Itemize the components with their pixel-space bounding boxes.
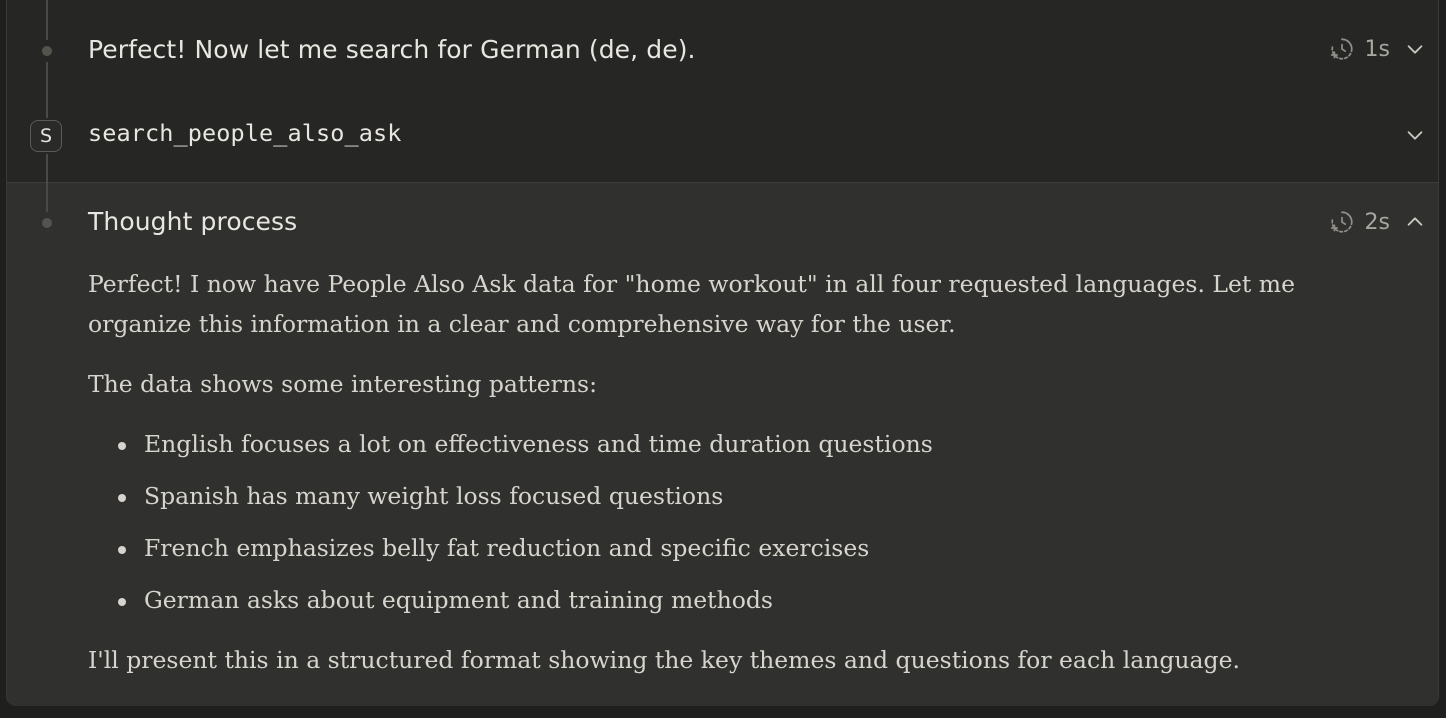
tool-name[interactable]: search_people_also_ask [88,119,401,147]
chevron-down-icon[interactable] [1404,124,1426,150]
step-meta[interactable]: 2s [1329,209,1426,235]
tool-badge: S [30,120,62,152]
thought-closing: I'll present this in a structured format… [88,646,1240,674]
step-duration: 2s [1364,209,1390,235]
chevron-down-icon[interactable] [1404,38,1426,60]
thought-intro: Perfect! I now have People Also Ask data… [88,270,1296,338]
timeline-dot [42,46,52,56]
timeline-line [46,154,48,212]
list-item: German asks about equipment and training… [118,580,1388,620]
step-meta[interactable]: 1s [1329,36,1426,62]
timer-icon [1329,209,1355,235]
timeline-dot [42,218,52,228]
step-title[interactable]: Perfect! Now let me search for German (d… [88,35,696,64]
timeline-line [46,62,48,118]
list-item: Spanish has many weight loss focused que… [118,476,1388,516]
list-item: French emphasizes belly fat reduction an… [118,528,1388,568]
thought-patterns-heading: The data shows some interesting patterns… [88,370,598,398]
step-title[interactable]: Thought process [88,207,297,236]
pattern-list: English focuses a lot on effectiveness a… [88,424,1388,620]
thought-content: Perfect! I now have People Also Ask data… [88,264,1388,700]
timer-icon [1329,36,1355,62]
list-item: English focuses a lot on effectiveness a… [118,424,1388,464]
step-duration: 1s [1364,36,1390,62]
chevron-up-icon[interactable] [1404,211,1426,233]
timeline-line [46,0,48,40]
